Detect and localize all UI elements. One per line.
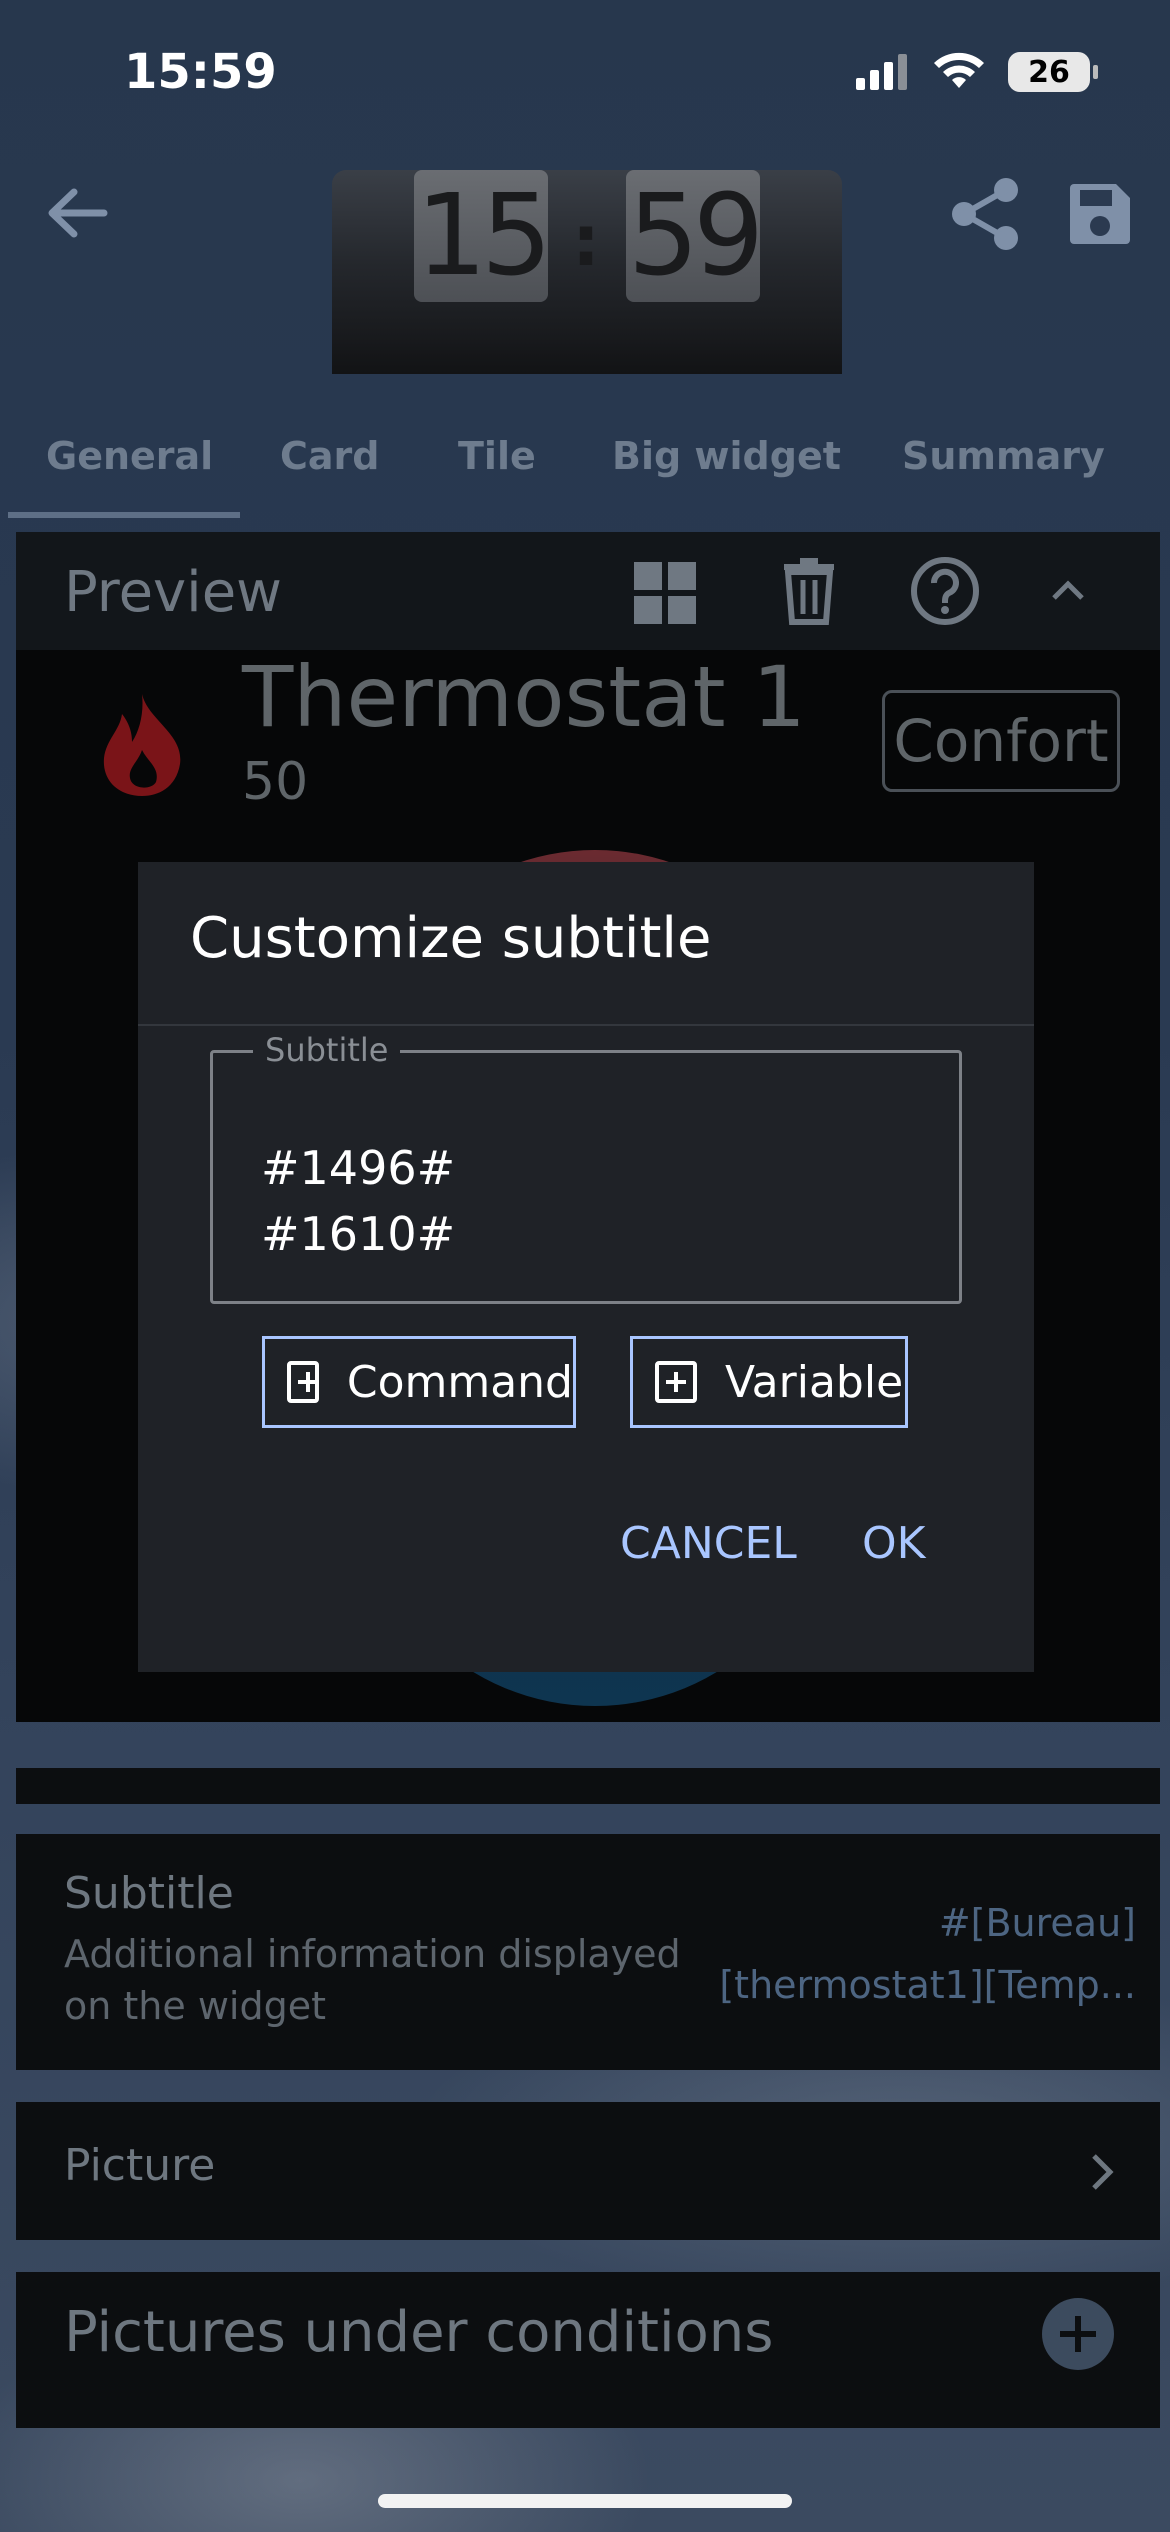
subtitle-field-value[interactable]: #1496# #1610# <box>261 1135 455 1267</box>
signal-icon <box>856 54 907 90</box>
preview-title: Preview <box>64 560 282 625</box>
help-icon[interactable] <box>910 556 980 626</box>
widget-title: Thermostat 1 <box>242 648 806 746</box>
plus-square-icon <box>655 1361 697 1403</box>
subtitle-setting-value-line2: [thermostat1][Temp... <box>719 1963 1136 2007</box>
chevron-right-icon <box>1092 2154 1114 2190</box>
add-condition-icon[interactable] <box>1040 2296 1116 2372</box>
dialog-divider <box>138 1024 1034 1026</box>
tab-card[interactable]: Card <box>280 434 379 478</box>
trash-icon[interactable] <box>780 556 838 626</box>
share-icon[interactable] <box>950 176 1022 252</box>
dialog-title: Customize subtitle <box>190 906 712 971</box>
wifi-icon <box>934 52 984 88</box>
widget-subtitle: 50 <box>242 752 309 812</box>
tab-bar: General Card Tile Big widget Summary <box>0 410 1170 520</box>
add-command-button[interactable]: Command <box>262 1336 576 1428</box>
flame-icon <box>103 694 181 796</box>
tab-tile[interactable]: Tile <box>458 434 536 478</box>
divider-card <box>16 1768 1160 1804</box>
clock-colon: : <box>572 200 600 282</box>
subtitle-field-label: Subtitle <box>253 1031 401 1069</box>
tab-summary[interactable]: Summary <box>902 434 1105 478</box>
plus-square-icon <box>287 1361 319 1403</box>
active-tab-indicator <box>8 512 240 518</box>
subtitle-textarea[interactable]: Subtitle #1496# #1610# <box>210 1031 962 1304</box>
save-icon[interactable] <box>1066 180 1134 248</box>
picture-setting-label: Picture <box>64 2140 216 2191</box>
chevron-up-icon[interactable] <box>1050 578 1086 602</box>
grid-view-icon[interactable] <box>632 560 698 626</box>
status-icons: 26 <box>854 52 1098 92</box>
mode-badge: Confort <box>882 690 1120 792</box>
subtitle-setting-value-line1: #[Bureau] <box>938 1901 1136 1945</box>
add-command-label: Command <box>346 1356 573 1408</box>
pictures-conditions-label: Pictures under conditions <box>64 2300 774 2365</box>
battery-indicator: 26 <box>1008 52 1098 92</box>
status-time: 15:59 <box>124 44 277 100</box>
add-variable-label: Variable <box>725 1356 904 1408</box>
home-indicator[interactable] <box>378 2494 792 2508</box>
back-arrow-icon[interactable] <box>44 180 110 246</box>
add-variable-button[interactable]: Variable <box>630 1336 908 1428</box>
clock-widget: 15 : 59 <box>332 170 842 374</box>
subtitle-setting-description: Additional information displayed on the … <box>64 1932 681 2028</box>
ok-button[interactable]: OK <box>862 1518 926 1569</box>
tab-big-widget[interactable]: Big widget <box>612 434 841 478</box>
clock-minutes: 59 <box>626 170 764 302</box>
clock-hours: 15 <box>414 170 552 302</box>
customize-subtitle-dialog: Customize subtitle Subtitle #1496# #1610… <box>138 862 1034 1672</box>
tab-general[interactable]: General <box>46 434 213 478</box>
cancel-button[interactable]: CANCEL <box>620 1518 797 1569</box>
subtitle-setting-label: Subtitle <box>64 1868 234 1919</box>
